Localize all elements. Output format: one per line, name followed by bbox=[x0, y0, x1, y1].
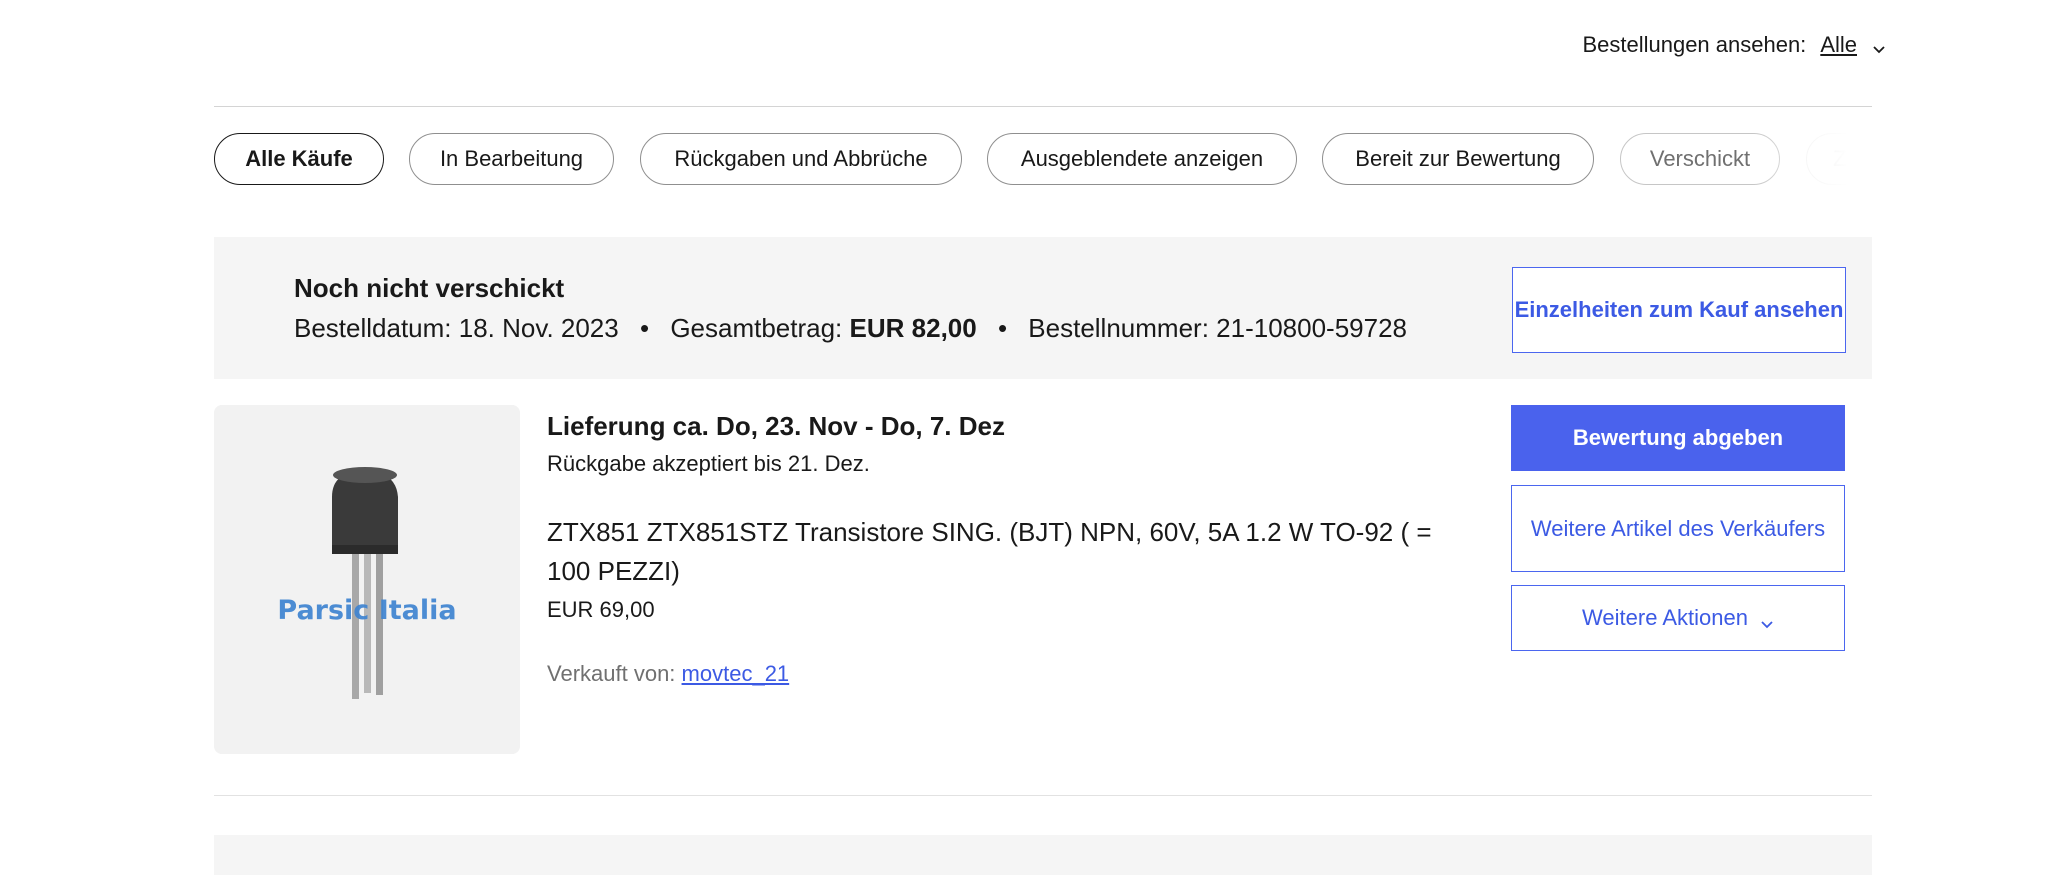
filter-chips: Alle Käufe In Bearbeitung Rückgaben und … bbox=[214, 133, 1872, 187]
chip-bereit-zur-bewertung[interactable]: Bereit zur Bewertung bbox=[1322, 133, 1594, 185]
chips-fade bbox=[1752, 133, 1872, 187]
chip-alle-kaeufe[interactable]: Alle Käufe bbox=[214, 133, 384, 185]
divider bbox=[214, 106, 1872, 107]
order-number-label: Bestellnummer: bbox=[1028, 313, 1209, 343]
rate-button[interactable]: Bewertung abgeben bbox=[1511, 405, 1845, 471]
order-status: Noch nicht verschickt bbox=[294, 273, 565, 303]
more-actions-button[interactable]: Weitere Aktionen bbox=[1511, 585, 1845, 651]
product-image[interactable]: Parsic Italia bbox=[214, 405, 520, 754]
more-seller-items-button[interactable]: Weitere Artikel des Verkäufers bbox=[1511, 485, 1845, 572]
order-total-label: Gesamtbetrag: bbox=[670, 313, 843, 343]
order-meta: Bestelldatum: 18. Nov. 2023 • Gesamtbetr… bbox=[294, 313, 1407, 344]
seller-info: Verkauft von: movtec_21 bbox=[547, 661, 789, 687]
chevron-down-icon bbox=[1760, 611, 1774, 629]
separator: • bbox=[639, 313, 650, 343]
divider bbox=[214, 795, 1872, 796]
more-actions-label: Weitere Aktionen bbox=[1582, 605, 1748, 630]
order-header: Noch nicht verschickt Bestelldatum: 18. … bbox=[214, 237, 1872, 379]
order-date-label: Bestelldatum: bbox=[294, 313, 452, 343]
order-total: EUR 82,00 bbox=[849, 313, 977, 343]
seller-link[interactable]: movtec_21 bbox=[682, 661, 790, 686]
view-orders: Bestellungen ansehen: Alle bbox=[1582, 32, 1887, 58]
chip-rueckgaben[interactable]: Rückgaben und Abbrüche bbox=[640, 133, 962, 185]
order-number: 21-10800-59728 bbox=[1216, 313, 1407, 343]
chip-in-bearbeitung[interactable]: In Bearbeitung bbox=[409, 133, 614, 185]
seller-label: Verkauft von: bbox=[547, 661, 676, 686]
chip-ausgeblendete[interactable]: Ausgeblendete anzeigen bbox=[987, 133, 1297, 185]
item-price: EUR 69,00 bbox=[547, 597, 655, 622]
view-orders-label: Bestellungen ansehen: bbox=[1582, 32, 1807, 57]
product-image-brand: Parsic Italia bbox=[277, 595, 456, 626]
return-policy: Rückgabe akzeptiert bis 21. Dez. bbox=[547, 451, 870, 476]
delivery-estimate: Lieferung ca. Do, 23. Nov - Do, 7. Dez bbox=[547, 411, 1005, 441]
chevron-down-icon[interactable] bbox=[1871, 37, 1887, 54]
order-date: 18. Nov. 2023 bbox=[458, 313, 619, 343]
view-orders-dropdown[interactable]: Alle bbox=[1820, 32, 1857, 58]
order-details-button[interactable]: Einzelheiten zum Kauf ansehen bbox=[1512, 267, 1846, 353]
item-title[interactable]: ZTX851 ZTX851STZ Transistore SING. (BJT)… bbox=[547, 513, 1477, 591]
next-order-card bbox=[214, 835, 1872, 875]
separator: • bbox=[997, 313, 1008, 343]
